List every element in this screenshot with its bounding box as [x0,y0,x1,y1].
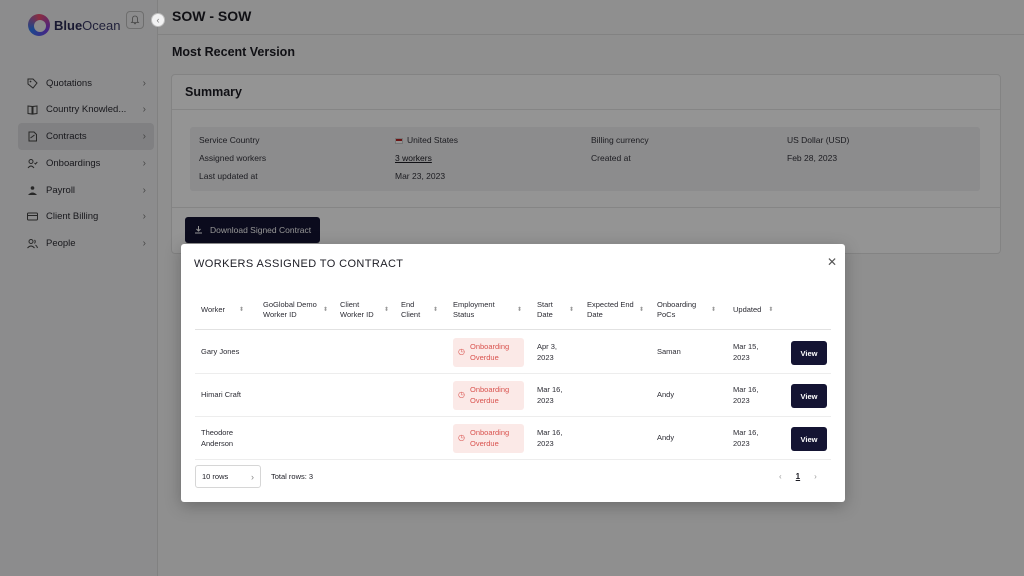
table-row: Theodore Anderson ◷ Onboarding Overdue Ma… [195,417,831,460]
updated-date: Mar 16, 2023 [733,385,759,405]
start-date: Mar 16, 2023 [537,428,563,448]
start-date: Mar 16, 2023 [537,385,563,405]
column-header-start-date[interactable]: Start Date ⬍ [537,290,583,330]
column-header-employment-status[interactable]: Employment Status ⬍ [453,290,533,330]
column-header-worker-id[interactable]: GoGlobal Demo Worker ID ⬍ [263,290,339,330]
sort-icon: ⬍ [768,306,774,313]
column-header-onboarding-pocs[interactable]: Onboarding PoCs ⬍ [657,290,723,330]
table-footer: 10 rows › Total rows: 3 ‹ 1 › [181,456,845,502]
column-header-updated[interactable]: Updated ⬍ [733,290,783,330]
next-page-icon[interactable]: › [814,472,817,481]
worker-name: Gary Jones [201,347,240,357]
column-header-client-worker-id[interactable]: Client Worker ID ⬍ [340,290,398,330]
column-header-worker[interactable]: Worker ⬍ [201,290,261,330]
worker-name: Theodore Anderson [201,428,234,448]
onboarding-poc: Andy [657,433,675,443]
collapse-sidebar-icon[interactable]: ‹ [151,13,165,27]
onboarding-poc: Saman [657,347,681,357]
page-number[interactable]: 1 [796,472,800,481]
clock-icon: ◷ [458,347,465,357]
onboarding-poc: Andy [657,390,675,400]
total-rows: Total rows: 3 [271,472,314,481]
sort-icon: ⬍ [323,306,329,313]
sort-icon: ⬍ [239,306,245,313]
clock-icon: ◷ [458,433,465,443]
table-row: Himari Craft ◷ Onboarding Overdue Mar 16,… [195,374,831,417]
chevron-right-icon: › [251,471,254,482]
sort-icon: ⬍ [711,306,717,313]
worker-name: Himari Craft [201,390,242,400]
modal-title: WORKERS ASSIGNED TO CONTRACT [194,258,404,270]
rows-per-page-value: 10 rows [202,472,229,481]
view-button[interactable]: View [791,341,827,365]
table-header: Worker ⬍ GoGlobal Demo Worker ID ⬍ Client … [195,290,831,330]
sort-icon: ⬍ [569,306,575,313]
start-date: Apr 3, 2023 [537,342,558,362]
updated-date: Mar 15, 2023 [733,342,759,362]
clock-icon: ◷ [458,390,465,400]
previous-page-icon[interactable]: ‹ [779,472,782,481]
close-icon[interactable]: ✕ [827,255,837,269]
column-header-expected-end-date[interactable]: Expected End Date ⬍ [587,290,651,330]
sort-icon: ⬍ [639,306,645,313]
sort-icon: ⬍ [384,306,390,313]
column-header-end-client[interactable]: End Client ⬍ [401,290,447,330]
rows-per-page-select[interactable]: 10 rows › [195,465,261,488]
status-badge: ◷ Onboarding Overdue [453,338,524,367]
status-badge: ◷ Onboarding Overdue [453,424,524,453]
sort-icon: ⬍ [433,306,439,313]
pagination: ‹ 1 › [779,472,817,481]
view-button[interactable]: View [791,427,827,451]
view-button[interactable]: View [791,384,827,408]
table-row: Gary Jones ◷ Onboarding Overdue Apr 3, 20… [195,331,831,374]
updated-date: Mar 16, 2023 [733,428,759,448]
sort-icon: ⬍ [517,306,523,313]
workers-modal: WORKERS ASSIGNED TO CONTRACT ✕ Worker ⬍ G… [181,244,845,502]
status-badge: ◷ Onboarding Overdue [453,381,524,410]
